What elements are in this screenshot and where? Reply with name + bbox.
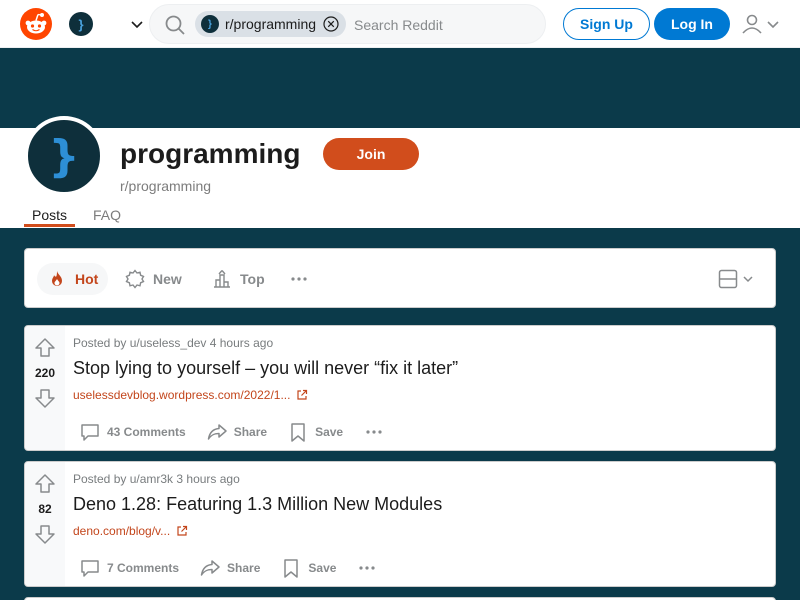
top-header: } } r/programming Sign Up Log In [0,0,800,48]
sort-more-button[interactable] [279,263,319,295]
avatar-glyph: } [48,130,80,182]
post-title[interactable]: Stop lying to yourself – you will never … [73,358,458,379]
post-link-text: uselessdevblog.wordpress.com/2022/1... [73,388,291,402]
save-label: Save [308,561,337,575]
external-link-icon [297,389,308,400]
post-card[interactable]: 220 Posted by u/useless_dev 4 hours ago … [24,325,776,451]
community-header: } programming r/programming Join Posts F… [0,116,800,228]
upvote-icon[interactable] [33,336,57,360]
more-options-icon [291,277,307,281]
share-icon [207,424,227,440]
search-input[interactable] [354,14,534,36]
vote-column: 82 [25,462,65,586]
post-link-text: deno.com/blog/v... [73,524,171,538]
reddit-logo-icon[interactable] [20,8,52,40]
sort-bar: Hot New Top [24,248,776,308]
chevron-down-icon[interactable] [128,15,146,33]
save-label: Save [315,425,344,439]
community-banner [0,48,800,128]
community-switcher-icon[interactable]: } [69,12,93,36]
user-icon [742,14,762,34]
share-button[interactable]: Share [193,554,266,582]
active-tab-indicator [24,224,75,227]
post-card[interactable]: 82 Posted by u/amr3k 3 hours ago Deno 1.… [24,461,776,587]
community-glyph: } [78,16,84,32]
save-button[interactable]: Save [274,554,342,582]
more-options-icon [366,430,382,434]
vote-column: 220 [25,326,65,450]
sign-up-button[interactable]: Sign Up [563,8,650,40]
sort-top-button[interactable]: Top [202,263,275,295]
community-title: programming [120,138,301,169]
upvote-icon[interactable] [33,472,57,496]
user-menu[interactable] [740,12,782,36]
view-toggle[interactable] [718,267,758,291]
comments-button[interactable]: 43 Comments [73,418,192,446]
sort-new-label: New [153,271,182,287]
vote-count: 82 [38,502,52,516]
save-button[interactable]: Save [281,418,349,446]
comments-label: 43 Comments [107,425,186,439]
search-community-chip[interactable]: } r/programming [195,11,347,37]
sort-top-label: Top [240,271,265,287]
comment-icon [81,560,99,577]
chip-label: r/programming [225,16,317,32]
post-more-button[interactable] [357,418,391,446]
top-chart-icon [214,270,230,288]
post-meta[interactable]: Posted by u/useless_dev 4 hours ago [73,336,273,350]
comments-label: 7 Comments [107,561,180,575]
share-label: Share [233,425,268,439]
post-link[interactable]: deno.com/blog/v... [73,524,188,538]
comment-icon [81,424,99,441]
post-title[interactable]: Deno 1.28: Featuring 1.3 Million New Mod… [73,494,442,515]
vote-count: 220 [34,366,56,380]
sort-hot-button[interactable]: Hot [37,263,109,295]
more-options-icon [359,566,376,570]
community-avatar: } [24,116,104,196]
share-label: Share [227,561,261,575]
external-link-icon [177,525,188,536]
log-in-button[interactable]: Log In [654,8,730,40]
post-actions: 43 Comments Share Save [73,418,399,446]
downvote-icon[interactable] [33,386,57,410]
close-icon[interactable] [322,15,340,33]
chevron-down-icon [767,21,779,29]
flame-icon [52,271,62,286]
search-bar[interactable]: } r/programming [149,4,546,44]
post-actions: 7 Comments Share Save [73,554,392,582]
search-icon [165,15,185,35]
bookmark-icon [284,559,299,578]
bookmark-icon [291,423,305,442]
share-icon [200,560,220,576]
post-more-button[interactable] [350,554,384,582]
community-chip-icon: } [201,15,219,33]
sort-new-button[interactable]: New [115,263,192,295]
post-link[interactable]: uselessdevblog.wordpress.com/2022/1... [73,388,308,402]
sort-hot-label: Hot [75,271,99,287]
downvote-icon[interactable] [33,522,57,546]
tab-posts[interactable]: Posts [32,207,67,223]
chevron-down-icon [743,276,753,283]
join-button[interactable]: Join [323,138,419,170]
share-button[interactable]: Share [200,418,273,446]
post-meta[interactable]: Posted by u/amr3k 3 hours ago [73,472,240,486]
comments-button[interactable]: 7 Comments [73,554,185,582]
tab-faq[interactable]: FAQ [93,207,121,223]
new-burst-icon [125,269,145,289]
community-subtitle: r/programming [120,178,212,194]
card-view-icon [718,269,738,289]
